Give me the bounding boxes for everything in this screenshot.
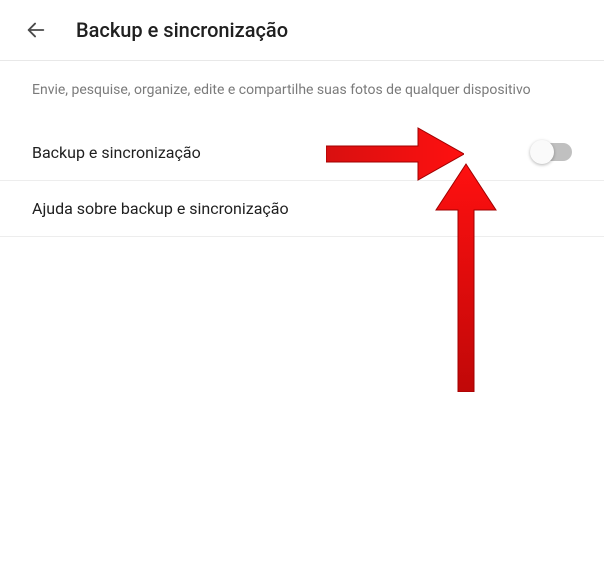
backup-sync-toggle[interactable] <box>532 143 572 161</box>
description-text: Envie, pesquise, organize, edite e compa… <box>0 61 604 125</box>
page-title: Backup e sincronização <box>76 18 288 42</box>
back-arrow-icon <box>25 19 47 41</box>
help-label: Ajuda sobre backup e sincronização <box>32 199 289 218</box>
back-button[interactable] <box>24 18 48 42</box>
app-bar: Backup e sincronização <box>0 0 604 61</box>
backup-sync-row[interactable]: Backup e sincronização <box>0 125 604 181</box>
help-row[interactable]: Ajuda sobre backup e sincronização <box>0 181 604 237</box>
backup-sync-label: Backup e sincronização <box>32 143 201 162</box>
toggle-thumb <box>530 140 554 164</box>
